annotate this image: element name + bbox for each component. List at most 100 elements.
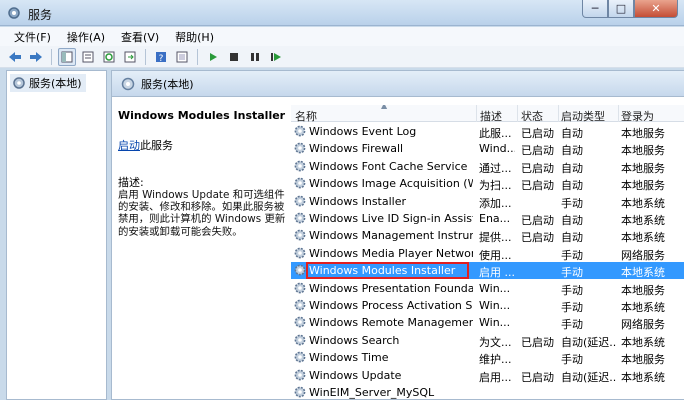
service-gear-icon — [294, 264, 306, 276]
service-logon-cell: 本地系统 — [621, 266, 665, 280]
svg-text:?: ? — [159, 54, 164, 63]
column-divider[interactable] — [618, 105, 619, 122]
service-logon-cell: 本地系统 — [621, 370, 665, 384]
menu-file[interactable]: 文件(F) — [6, 29, 59, 45]
service-name-cell: Windows Font Cache Service — [309, 159, 468, 173]
service-status-cell: 已启动 — [521, 370, 554, 384]
service-startup-cell: 手动 — [561, 353, 583, 367]
table-row[interactable]: Windows Font Cache Service 通过... 已启动 自动 本地服务 — [291, 158, 684, 175]
service-name-cell: Windows Live ID Sign-in Assistant — [309, 212, 473, 225]
table-row[interactable]: Windows Image Acquisition (WIA) 为扫... 已启动自… — [291, 175, 684, 192]
service-gear-icon — [294, 142, 306, 154]
service-name-cell: Windows Search — [309, 333, 400, 347]
table-row[interactable]: Windows Time 维护... 手动 本地服务 — [291, 349, 684, 366]
service-description-cell: 启用 ... — [479, 266, 515, 280]
table-row[interactable]: Windows Remote Management ... Win... 手动 网络服… — [291, 314, 684, 331]
service-gear-icon — [294, 351, 306, 363]
column-divider[interactable] — [476, 105, 477, 122]
service-gear-icon — [294, 160, 306, 172]
maximize-button[interactable]: □ — [608, 0, 634, 18]
pause-icon[interactable] — [246, 48, 264, 66]
console-tree: 服务(本地) — [6, 70, 107, 400]
play-icon[interactable] — [204, 48, 222, 66]
table-row[interactable]: Windows Presentation Foundati... Win... 手动… — [291, 280, 684, 297]
column-header-log-on-as[interactable]: 登录为 — [621, 108, 654, 124]
refresh-icon[interactable] — [100, 48, 118, 66]
menu-help[interactable]: 帮助(H) — [167, 29, 222, 45]
console-icon[interactable] — [173, 48, 191, 66]
table-row[interactable]: Windows Installer 添加... 手动 本地系统 — [291, 193, 684, 210]
menu-view[interactable]: 查看(V) — [113, 29, 167, 45]
table-row[interactable]: Windows Update 启用... 已启动 自动(延迟... 本地系统 — [291, 367, 684, 384]
forward-arrow-icon[interactable] — [27, 48, 45, 66]
pane-header: 服务(本地) — [112, 71, 684, 97]
service-status-cell: 已启动 — [521, 214, 554, 227]
table-row[interactable]: Windows Management Instrum... 提供... 已启动 自动 本… — [291, 227, 684, 244]
table-row[interactable]: Windows Media Player Network... 使用... 手动 网络… — [291, 245, 684, 262]
column-divider[interactable] — [558, 105, 559, 122]
service-gear-icon — [294, 195, 306, 206]
service-logon-cell: 本地系统 — [621, 231, 665, 245]
table-row-selected[interactable]: Windows Modules Installer 启用 ... 手动 本地系统 — [291, 262, 684, 280]
service-name-cell: Windows Image Acquisition (WIA) — [309, 177, 473, 191]
service-description-cell: 启用... — [479, 370, 512, 384]
service-gear-icon — [294, 125, 306, 137]
toolbar-separator — [197, 48, 198, 65]
service-logon-cell: 本地系统 — [621, 301, 665, 314]
restart-icon[interactable] — [267, 48, 285, 66]
service-status-cell: 已启动 — [521, 144, 554, 158]
start-service-line: 启动此服务 — [118, 139, 286, 152]
service-gear-icon — [294, 334, 306, 346]
service-status-cell: 已启动 — [521, 127, 554, 140]
service-description-cell: 通过... — [479, 161, 512, 175]
service-startup-cell: 自动 — [561, 179, 583, 193]
start-service-link[interactable]: 启动 — [118, 139, 140, 152]
export-icon[interactable] — [121, 48, 139, 66]
console-tree-icon[interactable] — [58, 47, 76, 66]
start-service-suffix: 此服务 — [140, 139, 173, 152]
toolbar: ? — [0, 46, 684, 68]
table-row[interactable]: Windows Process Activation Ser... Win... 手… — [291, 297, 684, 314]
column-header-name[interactable]: 名称 — [295, 108, 317, 124]
service-description-cell: 提供... — [479, 231, 512, 245]
column-header-startup-type[interactable]: 启动类型 — [561, 108, 605, 124]
service-name-cell: Windows Process Activation Ser... — [309, 299, 473, 312]
stop-icon[interactable] — [225, 48, 243, 66]
table-row[interactable]: Windows Live ID Sign-in Assistant Ena... 已… — [291, 210, 684, 227]
service-description-cell: 为扫... — [479, 179, 512, 193]
service-status-cell: 已启动 — [521, 231, 554, 245]
column-divider[interactable] — [517, 105, 518, 122]
back-arrow-icon[interactable] — [6, 48, 24, 66]
table-row[interactable]: Windows Event Log 此服... 已启动 自动 本地服务 — [291, 123, 684, 140]
service-startup-cell: 手动 — [561, 266, 583, 280]
window-title: 服务 — [28, 8, 53, 22]
service-logon-cell: 本地系统 — [621, 214, 665, 227]
tree-item-local-services[interactable]: 服务(本地) — [10, 74, 86, 92]
service-status-cell: 已启动 — [521, 335, 554, 349]
service-gear-icon — [294, 247, 306, 259]
service-description-cell: Win... — [479, 281, 511, 295]
table-row[interactable]: Windows Firewall Wind... 已启动 自动 本地服务 — [291, 140, 684, 157]
help-icon[interactable]: ? — [152, 48, 170, 66]
services-gear-icon — [13, 77, 25, 89]
service-gear-icon — [294, 369, 306, 380]
properties-icon[interactable] — [79, 48, 97, 66]
service-gear-icon — [294, 316, 306, 328]
service-startup-cell: 自动(延迟... — [561, 335, 617, 349]
service-name-cell: Windows Installer — [309, 194, 407, 208]
service-startup-cell: 手动 — [561, 318, 583, 332]
minimize-button[interactable]: ─ — [582, 0, 608, 18]
table-row[interactable]: Windows Search 为文... 已启动 自动(延迟... 本地系统 — [291, 332, 684, 349]
service-logon-cell: 本地服务 — [621, 161, 665, 175]
table-row[interactable]: WinEIM_Server_MySQL — [291, 384, 684, 400]
column-header-status[interactable]: 状态 — [521, 108, 543, 124]
close-button[interactable]: ✕ — [634, 0, 678, 18]
menu-action[interactable]: 操作(A) — [59, 29, 113, 45]
column-header-description[interactable]: 描述 — [480, 108, 502, 124]
service-description-cell: 维护... — [479, 353, 512, 367]
service-logon-cell: 本地服务 — [621, 144, 665, 158]
service-name-cell: Windows Presentation Foundati... — [309, 281, 473, 295]
service-description-cell: 此服... — [479, 127, 512, 140]
services-gear-icon — [121, 77, 135, 90]
service-description-cell: Win... — [479, 316, 511, 330]
